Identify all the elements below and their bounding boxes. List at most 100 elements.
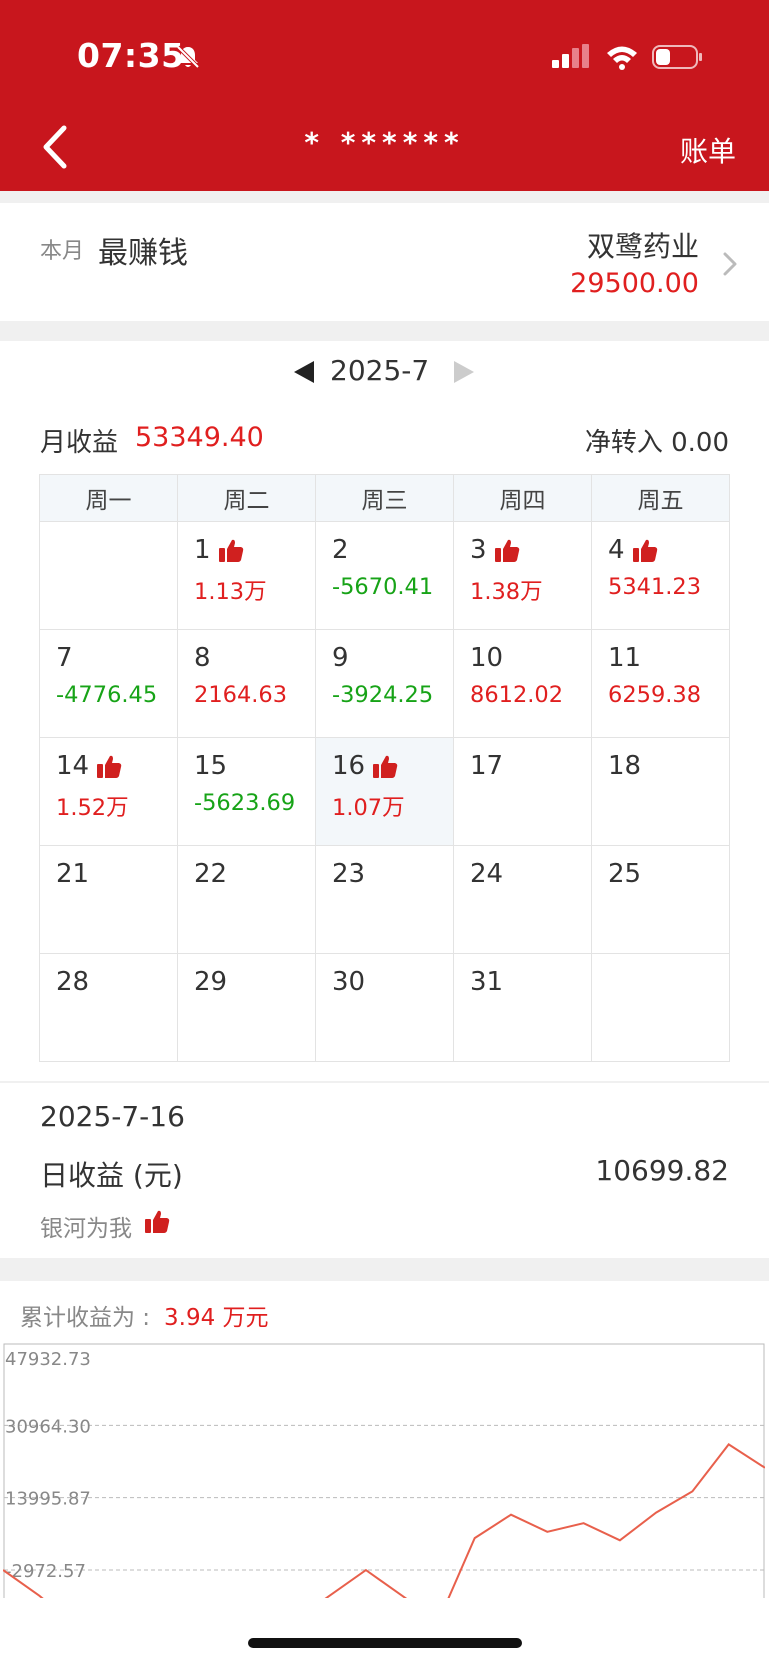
- calendar-day-cell[interactable]: 8 2164.63: [177, 629, 316, 738]
- day-profit-value: 1.38万: [470, 579, 543, 605]
- day-profit-value: [470, 790, 591, 820]
- day-number: 3: [470, 535, 487, 565]
- weekday-4: 周五: [591, 474, 730, 522]
- weekday-header: 周一 周二 周三 周四 周五: [39, 474, 730, 522]
- monthly-income-value: 53349.40: [135, 422, 264, 453]
- bell-muted-icon: [176, 45, 200, 69]
- calendar-week-row: 28 29 30 31: [39, 953, 730, 1062]
- day-profit-value: -5623.69: [194, 790, 296, 816]
- day-profit-value: 8612.02: [470, 682, 564, 708]
- thumbs-up-icon: [493, 536, 521, 564]
- day-number: 18: [608, 751, 642, 781]
- thumbs-up-icon: [95, 752, 123, 780]
- next-month-icon[interactable]: [454, 361, 474, 383]
- day-profit-value: [194, 1006, 315, 1036]
- day-number: 2: [332, 535, 349, 565]
- wifi-icon: [607, 46, 637, 70]
- calendar-day-cell: [39, 521, 178, 630]
- day-number: 8: [194, 643, 211, 673]
- day-number: 15: [194, 751, 228, 781]
- cumulative-value: 3.94 万元: [164, 1305, 269, 1331]
- weekday-3: 周四: [453, 474, 592, 522]
- day-number: 21: [56, 859, 90, 889]
- cumulative-label: 累计收益为 :: [20, 1305, 151, 1331]
- this-month-label: 本月: [40, 239, 85, 264]
- calendar-day-cell[interactable]: 11 6259.38: [591, 629, 730, 738]
- day-number: 28: [56, 967, 90, 997]
- daily-income-label: 日收益 (元): [40, 1159, 183, 1192]
- calendar-day-cell[interactable]: 31: [453, 953, 592, 1062]
- calendar-day-cell[interactable]: 14 1.52万: [39, 737, 178, 846]
- day-number: 22: [194, 859, 228, 889]
- calendar-day-cell[interactable]: 21: [39, 845, 178, 954]
- weekday-1: 周二: [177, 474, 316, 522]
- day-profit-value: 1.07万: [332, 795, 405, 821]
- calendar-day-cell[interactable]: 28: [39, 953, 178, 1062]
- y-tick-label: 30964.30: [5, 1416, 91, 1437]
- day-number: 9: [332, 643, 349, 673]
- calendar-day-cell[interactable]: 4 5341.23: [591, 521, 730, 630]
- chevron-right-icon[interactable]: [721, 250, 739, 278]
- day-profit-value: 2164.63: [194, 682, 288, 708]
- calendar-day-cell[interactable]: 2 -5670.41: [315, 521, 454, 630]
- weekday-2: 周三: [315, 474, 454, 522]
- footnote-text: 银河为我: [40, 1216, 132, 1242]
- prev-month-icon[interactable]: [294, 361, 314, 383]
- calendar-day-cell[interactable]: 23: [315, 845, 454, 954]
- calendar-day-cell[interactable]: 22: [177, 845, 316, 954]
- home-indicator[interactable]: [248, 1638, 522, 1648]
- thumbs-up-icon: [631, 536, 659, 564]
- calendar-day-cell[interactable]: 29: [177, 953, 316, 1062]
- day-number: 7: [56, 643, 73, 673]
- day-number: 14: [56, 751, 90, 781]
- calendar-day-cell[interactable]: 24: [453, 845, 592, 954]
- y-tick-label: 47932.73: [5, 1349, 91, 1370]
- calendar-day-cell[interactable]: 17: [453, 737, 592, 846]
- weekday-0: 周一: [39, 474, 178, 522]
- daily-income-value: 10699.82: [595, 1154, 729, 1187]
- battery-icon: [652, 45, 702, 69]
- day-profit-value: [56, 898, 177, 928]
- best-stock-name[interactable]: 双鹭药业: [587, 225, 699, 265]
- bill-button[interactable]: 账单: [680, 130, 736, 170]
- day-number: 24: [470, 859, 504, 889]
- day-profit-value: [56, 574, 177, 604]
- current-month: 2025-7: [330, 354, 430, 387]
- calendar-day-cell[interactable]: 7 -4776.45: [39, 629, 178, 738]
- calendar-day-cell[interactable]: 9 -3924.25: [315, 629, 454, 738]
- calendar-day-cell[interactable]: 1 1.13万: [177, 521, 316, 630]
- calendar-day-cell[interactable]: 18: [591, 737, 730, 846]
- day-profit-value: 5341.23: [608, 574, 702, 600]
- calendar-day-cell[interactable]: 10 8612.02: [453, 629, 592, 738]
- calendar-week-row: 7 -4776.45 8 2164.63 9 -3924.25 10 8612.02 11 625…: [39, 629, 730, 738]
- day-profit-value: [608, 790, 729, 820]
- y-tick-label: 13995.87: [5, 1489, 91, 1510]
- cellular-signal-icon: [552, 44, 589, 68]
- monthly-income-label: 月收益: [40, 428, 119, 458]
- day-number: 11: [608, 643, 642, 673]
- calendar-day-cell[interactable]: 16 1.07万: [315, 737, 454, 846]
- thumbs-up-icon: [145, 1210, 170, 1233]
- thumbs-up-icon: [371, 752, 399, 780]
- cumulative-line-chart: 47932.7330964.3013995.87-2972.57: [3, 1343, 765, 1598]
- calendar-day-cell[interactable]: 30: [315, 953, 454, 1062]
- day-number: 16: [332, 751, 366, 781]
- day-profit-value: [608, 898, 729, 928]
- day-number: 25: [608, 859, 642, 889]
- day-profit-value: 1.52万: [56, 795, 129, 821]
- calendar-day-cell[interactable]: 25: [591, 845, 730, 954]
- day-profit-value: [56, 1006, 177, 1036]
- most-profit-label: 最赚钱: [98, 236, 188, 271]
- series-line: [3, 1443, 765, 1598]
- day-number: 10: [470, 643, 504, 673]
- chart-frame: [3, 1343, 765, 1598]
- day-profit-value: -3924.25: [332, 682, 434, 708]
- calendar-day-cell[interactable]: 3 1.38万: [453, 521, 592, 630]
- day-number: 4: [608, 535, 625, 565]
- day-number: 30: [332, 967, 366, 997]
- status-time: 07:35: [77, 36, 185, 75]
- day-profit-value: [194, 898, 315, 928]
- profit-calendar: 周一 周二 周三 周四 周五 1 1.13万 2 -5670.41 3 1.38万 4 5341.23…: [39, 474, 730, 1062]
- day-profit-value: -4776.45: [56, 682, 158, 708]
- calendar-day-cell[interactable]: 15 -5623.69: [177, 737, 316, 846]
